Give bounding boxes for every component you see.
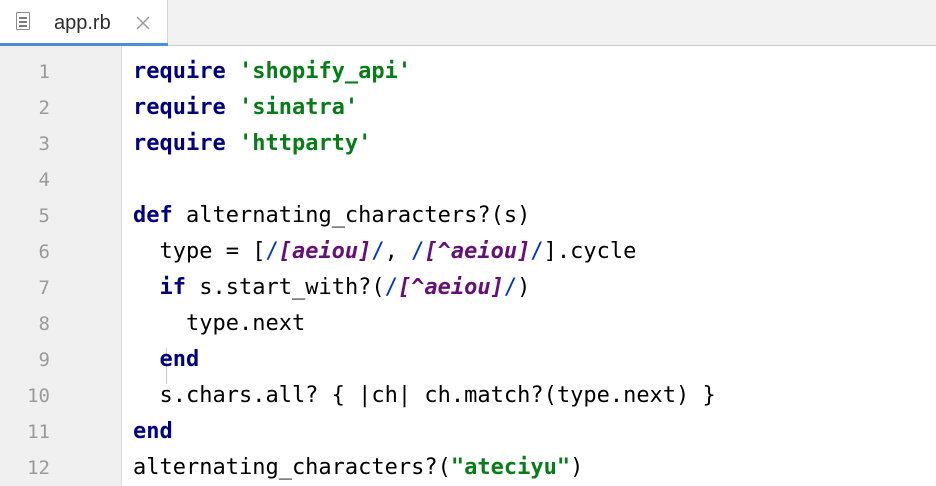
line-number: 1 xyxy=(38,61,50,83)
code-editor[interactable]: require 'shopify_api' require 'sinatra' … xyxy=(122,46,936,486)
line-number: 3 xyxy=(38,133,50,155)
regex-literal: [^aeiou] xyxy=(397,275,504,300)
regex-delimiter: / xyxy=(411,239,425,264)
code-text: alternating_characters?( xyxy=(133,455,451,480)
keyword: require xyxy=(133,95,226,120)
line-number: 4 xyxy=(38,169,50,191)
keyword: require xyxy=(133,131,226,156)
keyword: end xyxy=(159,347,200,372)
code-line-2: require 'sinatra' xyxy=(133,90,358,126)
code-text: s.chars.all? { |ch| ch.match?(type.next)… xyxy=(133,383,716,408)
line-number: 6 xyxy=(38,241,50,263)
editor-window: app.rb 1 2 3 4 5 6 7 8 9 10 11 12 requir… xyxy=(0,0,936,486)
code-text: ].cycle xyxy=(543,239,637,264)
regex-literal: [^aeiou] xyxy=(424,239,531,264)
string-literal: 'shopify_api' xyxy=(238,59,412,84)
code-line-6: type = [/[aeiou]/, /[^aeiou]/].cycle xyxy=(133,234,636,270)
tab-bar: app.rb xyxy=(0,0,936,47)
code-line-1: require 'shopify_api' xyxy=(133,54,411,90)
regex-delimiter: / xyxy=(530,239,544,264)
code-line-5: def alternating_characters?(s) xyxy=(133,198,530,234)
line-number-gutter: 1 2 3 4 5 6 7 8 9 10 11 12 xyxy=(0,46,122,486)
keyword: def xyxy=(133,203,173,228)
file-icon xyxy=(16,12,30,30)
string-literal: "ateciyu" xyxy=(450,455,571,480)
line-number: 11 xyxy=(27,421,50,443)
code-text: alternating_characters?(s) xyxy=(172,203,531,228)
string-literal: 'httparty' xyxy=(238,131,372,156)
keyword: require xyxy=(133,59,226,84)
tab-app-rb[interactable]: app.rb xyxy=(0,0,168,47)
line-number: 10 xyxy=(27,385,50,407)
code-text: ) xyxy=(570,455,584,480)
regex-delimiter: / xyxy=(384,275,398,300)
regex-delimiter: / xyxy=(371,239,385,264)
line-number: 5 xyxy=(38,205,50,227)
line-number: 8 xyxy=(38,313,50,335)
code-text: ) xyxy=(517,275,531,300)
code-text: type.next xyxy=(133,311,306,336)
line-number: 9 xyxy=(38,349,50,371)
line-number: 12 xyxy=(27,457,50,479)
tab-label: app.rb xyxy=(54,12,111,34)
code-text: type = [ xyxy=(133,239,266,264)
regex-literal: [aeiou] xyxy=(278,239,372,264)
code-line-9: end xyxy=(133,342,200,378)
line-number: 2 xyxy=(38,97,50,119)
string-literal: 'sinatra' xyxy=(238,95,359,120)
keyword: end xyxy=(133,419,173,444)
keyword: if xyxy=(159,275,187,300)
code-line-10: s.chars.all? { |ch| ch.match?(type.next)… xyxy=(133,378,716,414)
code-line-8: type.next xyxy=(133,306,305,342)
regex-delimiter: / xyxy=(503,275,518,300)
close-icon[interactable] xyxy=(134,14,152,32)
code-line-11: end xyxy=(133,414,173,450)
code-line-7: if s.start_with?(/[^aeiou]/) xyxy=(133,270,531,306)
code-text: s.start_with?( xyxy=(186,275,385,300)
line-number: 7 xyxy=(38,277,50,299)
code-line-12: alternating_characters?("ateciyu") xyxy=(133,450,583,486)
regex-delimiter: / xyxy=(265,239,279,264)
code-text: , xyxy=(384,239,412,264)
code-line-3: require 'httparty' xyxy=(133,126,371,162)
